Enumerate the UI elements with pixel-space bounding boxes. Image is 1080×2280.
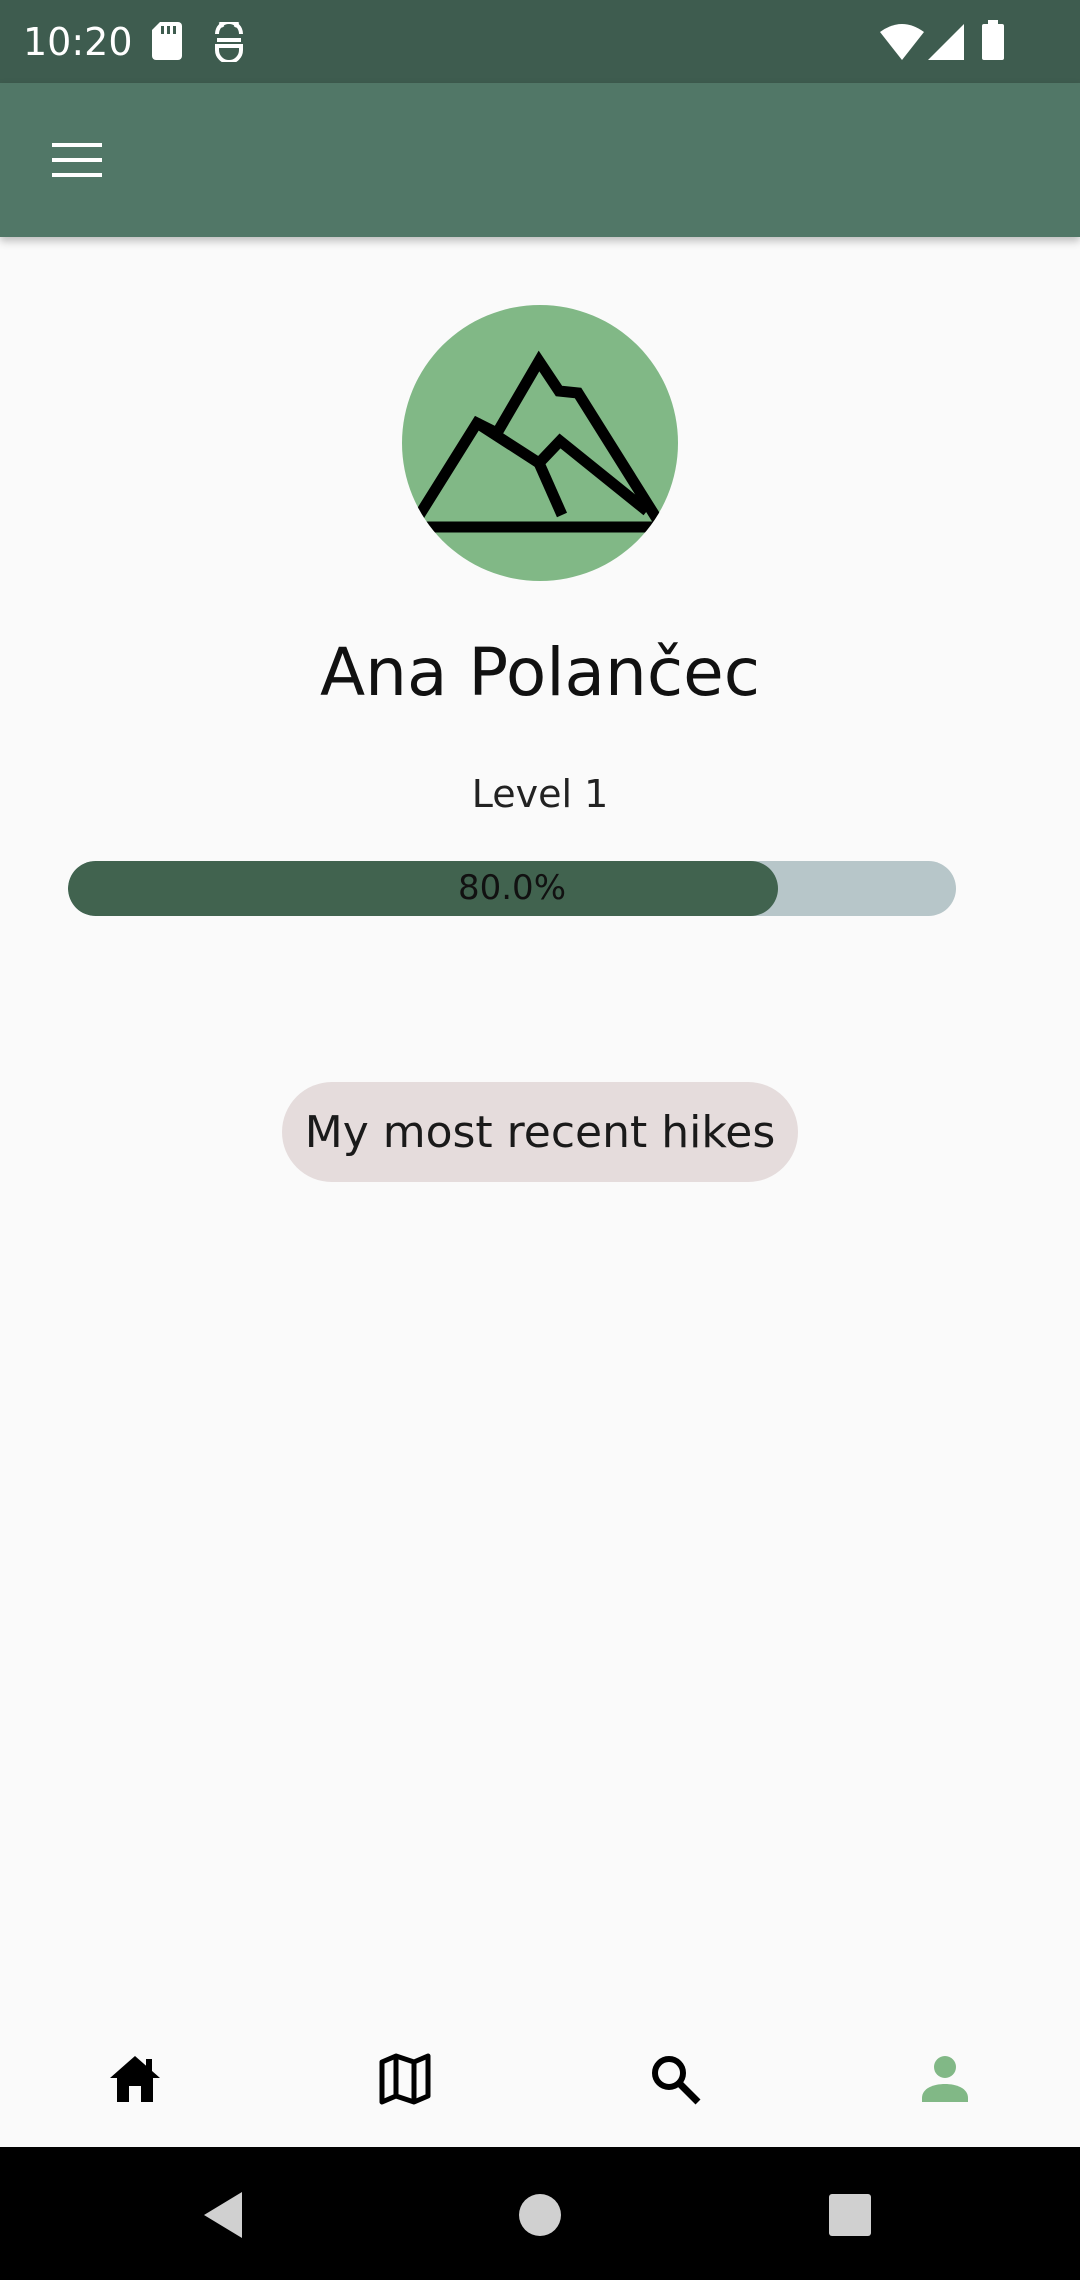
home-icon [110,2056,160,2102]
menu-button[interactable] [38,129,116,191]
avatar [402,305,678,581]
home-circle-icon [519,2194,561,2236]
menu-icon [52,143,102,177]
system-recents-button[interactable] [815,2180,885,2250]
user-name: Ana Polančec [319,634,761,711]
recents-icon [829,2194,871,2236]
bottom-nav [0,2010,1080,2147]
battery-icon [982,20,1004,64]
status-bar: 10:20 [0,0,1080,83]
mountain-icon [402,350,672,533]
system-home-button[interactable] [505,2180,575,2250]
map-icon [379,2053,431,2105]
nav-map[interactable] [270,2010,540,2147]
nav-home[interactable] [0,2010,270,2147]
level-progress-bar: 80.0% [68,861,956,916]
wifi-icon [880,24,924,64]
person-icon [922,2056,968,2102]
search-icon [652,2056,701,2105]
progress-label: 80.0% [457,868,566,908]
status-time: 10:20 [23,20,133,64]
recent-hikes-button[interactable]: My most recent hikes [282,1082,798,1182]
system-nav-bar [0,2147,1080,2280]
android-debug-icon [212,20,246,66]
nav-profile[interactable] [810,2010,1080,2147]
profile-screen: 10:20 Ana Polančec Level 1 80.0% My most… [0,0,1080,2280]
sd-card-icon [152,22,182,64]
nav-search[interactable] [540,2010,810,2147]
system-back-button[interactable] [190,2180,260,2250]
level-text: Level 1 [471,772,609,816]
signal-icon [928,24,964,64]
app-bar [0,83,1080,237]
back-icon [204,2192,242,2238]
